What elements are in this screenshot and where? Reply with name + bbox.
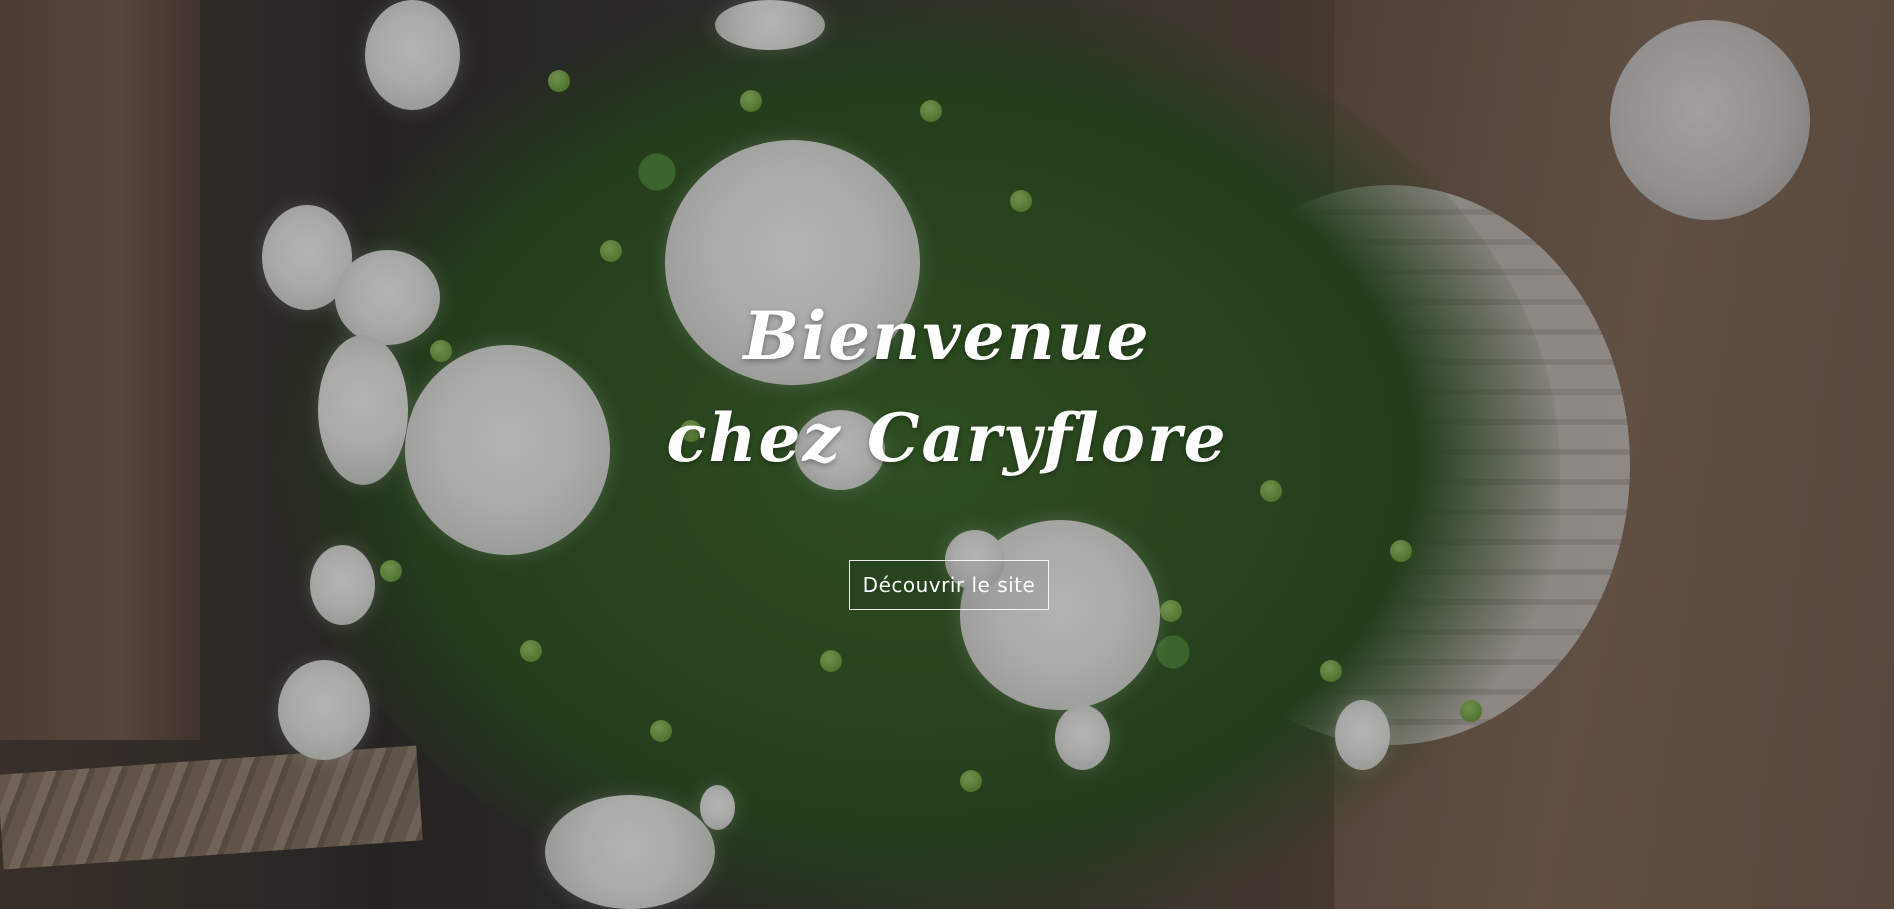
- hero-title: Bienvenue chez Caryflore: [0, 285, 1894, 489]
- discover-site-button[interactable]: Découvrir le site: [849, 560, 1049, 610]
- hero-title-line2: chez Caryflore: [666, 399, 1228, 477]
- hero-content: Bienvenue chez Caryflore Découvrir le si…: [0, 0, 1894, 909]
- hero-section: Bienvenue chez Caryflore Découvrir le si…: [0, 0, 1894, 909]
- hero-title-line1: Bienvenue: [743, 297, 1151, 375]
